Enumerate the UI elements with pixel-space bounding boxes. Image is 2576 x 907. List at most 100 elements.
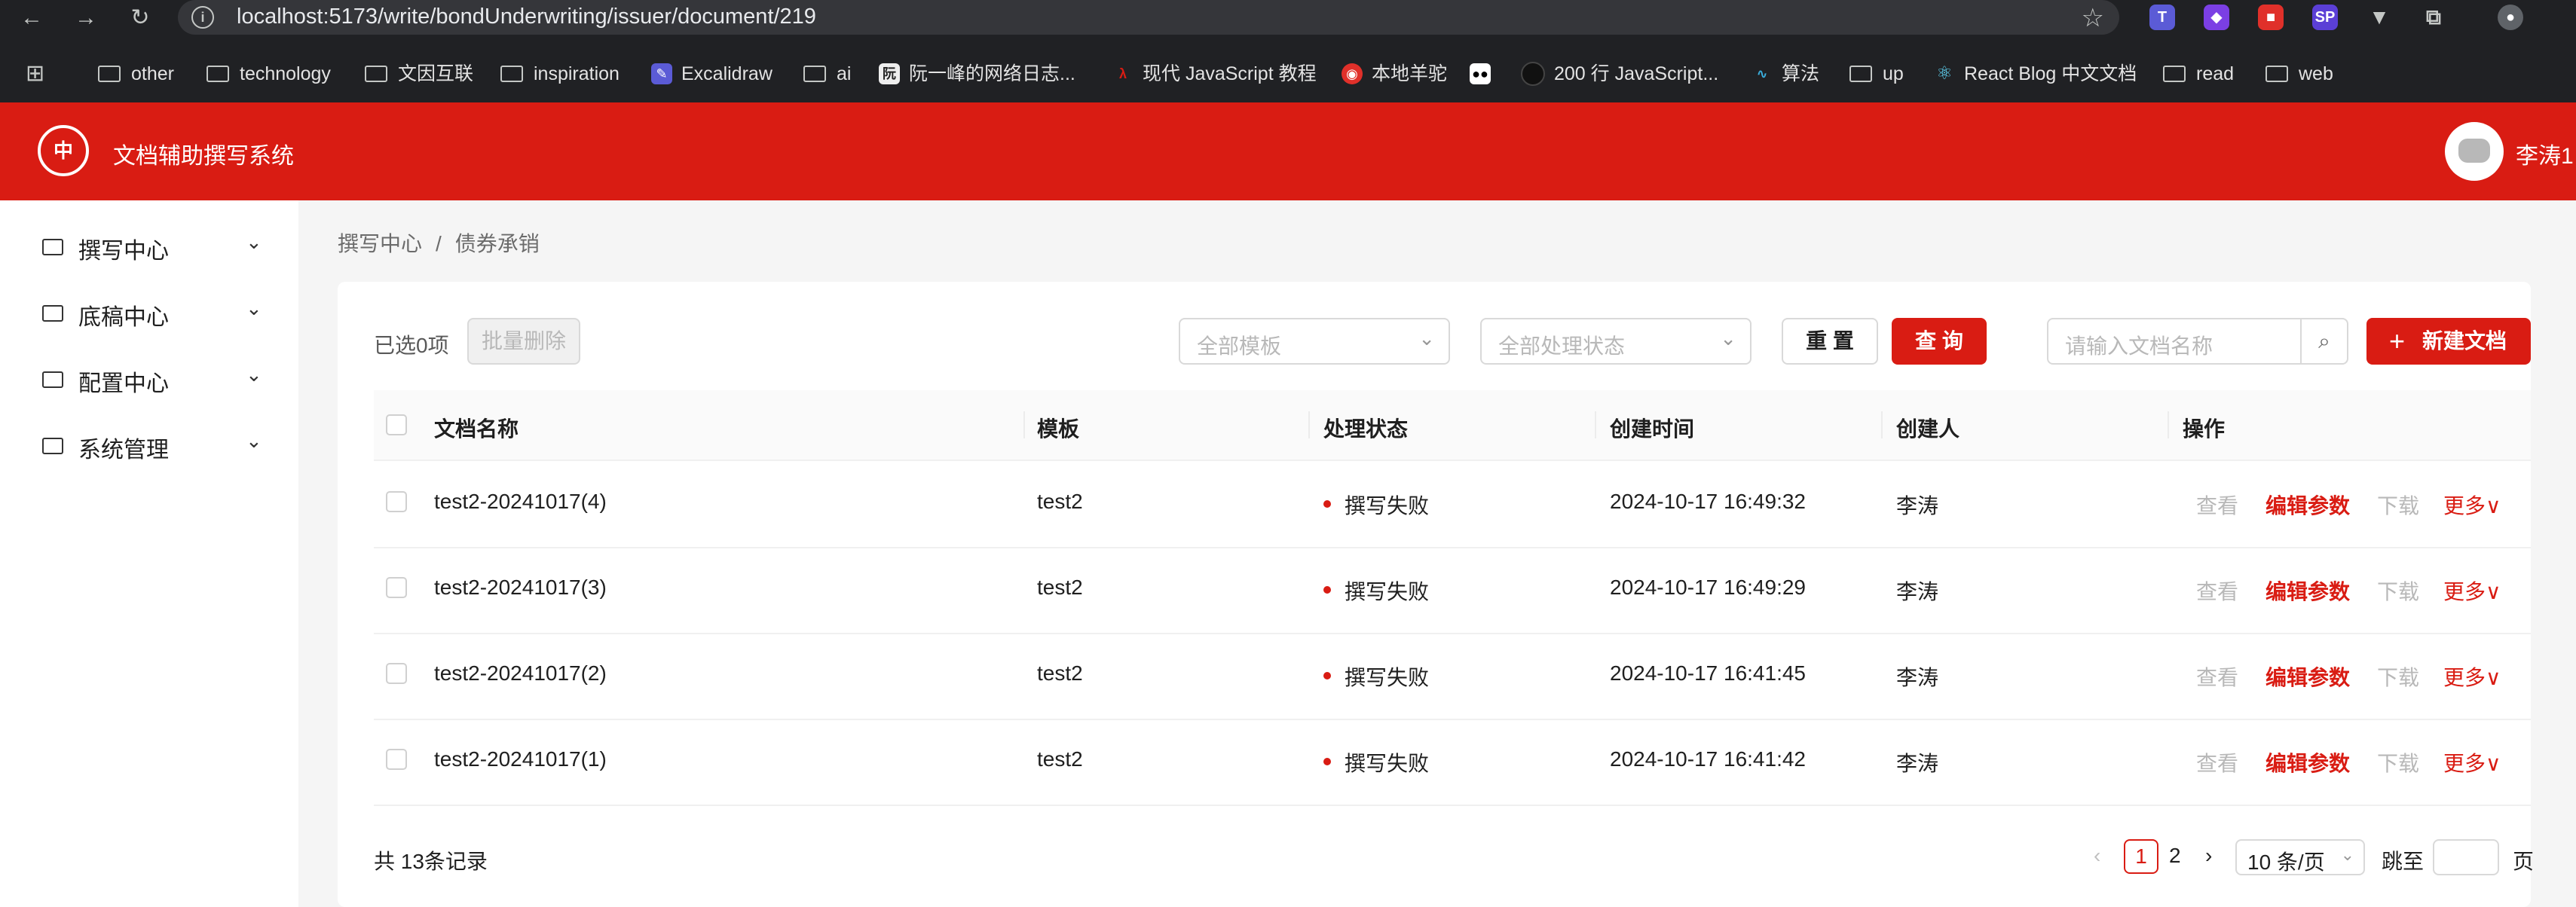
view-link[interactable]: 查看 bbox=[2196, 661, 2238, 692]
site-info-icon[interactable]: i bbox=[191, 6, 214, 29]
document-name[interactable]: test2-20241017(1) bbox=[434, 747, 607, 771]
bookmark-link[interactable]: 阮阮一峰的网络日志... bbox=[879, 59, 1075, 89]
edit-params-link[interactable]: 编辑参数 bbox=[2265, 576, 2350, 606]
more-dropdown[interactable]: 更多∨ bbox=[2443, 747, 2501, 777]
status-cell: 撰写失败 bbox=[1345, 580, 1430, 603]
folder-icon bbox=[500, 66, 523, 82]
reload-icon[interactable]: ↻ bbox=[125, 3, 155, 33]
chevron-down-icon: ⌄ bbox=[246, 363, 262, 386]
jump-label: 跳至 bbox=[2382, 850, 2425, 873]
url-text[interactable]: localhost:5173/write/bondUnderwriting/is… bbox=[237, 5, 816, 29]
bookmark-link[interactable]: ∿ 算法 bbox=[1751, 59, 1819, 89]
view-link[interactable]: 查看 bbox=[2196, 747, 2238, 777]
extension-icon-2[interactable]: ◆ bbox=[2204, 5, 2229, 30]
bookmark-link[interactable]: ◉ 本地羊驼 bbox=[1342, 59, 1447, 89]
creator-cell: 李涛 bbox=[1896, 666, 1939, 689]
bookmark-folder[interactable]: 文因互联 bbox=[365, 59, 473, 89]
apps-grid-icon[interactable]: ⊞ bbox=[26, 59, 44, 89]
select-all-checkbox[interactable] bbox=[386, 414, 407, 435]
document-name[interactable]: test2-20241017(4) bbox=[434, 490, 607, 514]
bookmark-link[interactable]: ✎ Excalidraw bbox=[651, 59, 772, 89]
folder-icon bbox=[42, 239, 63, 255]
extension-icon-5[interactable]: ▼ bbox=[2366, 5, 2392, 30]
medium-icon: ●● bbox=[1470, 63, 1491, 84]
edit-params-link[interactable]: 编辑参数 bbox=[2265, 747, 2350, 777]
extension-icon-4[interactable]: SP bbox=[2312, 5, 2338, 30]
column-header: 处理状态 bbox=[1323, 417, 1409, 441]
extension-icon-1[interactable]: T bbox=[2149, 5, 2175, 30]
document-name[interactable]: test2-20241017(2) bbox=[434, 661, 607, 686]
bookmark-link[interactable]: 200 行 JavaScript... bbox=[1521, 59, 1718, 89]
breadcrumb-item[interactable]: 撰写中心 bbox=[338, 232, 422, 255]
download-link[interactable]: 下载 bbox=[2377, 661, 2419, 692]
bookmark-folder[interactable]: other bbox=[98, 59, 174, 89]
back-icon[interactable]: ← bbox=[17, 3, 47, 33]
batch-delete-button[interactable]: 批量删除 bbox=[467, 318, 580, 365]
reset-button[interactable]: 重 置 bbox=[1782, 318, 1878, 365]
bookmark-link[interactable]: ⚛ React Blog 中文文档 bbox=[1934, 59, 2137, 89]
bookmark-link[interactable]: λ 现代 JavaScript 教程 bbox=[1112, 59, 1317, 89]
folder-icon bbox=[42, 305, 63, 322]
react-icon: ⚛ bbox=[1936, 63, 1953, 84]
bookmarks-bar: ⊞ other technology 文因互联 inspiration ✎ Exc… bbox=[0, 45, 2576, 102]
search-input[interactable]: 请输入文档名称 bbox=[2047, 318, 2302, 365]
download-link[interactable]: 下载 bbox=[2377, 490, 2419, 520]
column-divider bbox=[1881, 411, 1883, 438]
view-link[interactable]: 查看 bbox=[2196, 576, 2238, 606]
document-name[interactable]: test2-20241017(3) bbox=[434, 576, 607, 600]
sidebar-item-system-admin[interactable]: 系统管理 ⌄ bbox=[0, 411, 298, 478]
sidebar-item-config-center[interactable]: 配置中心 ⌄ bbox=[0, 345, 298, 411]
bookmark-folder[interactable]: technology bbox=[207, 59, 331, 89]
jump-page-input[interactable] bbox=[2433, 839, 2499, 875]
row-checkbox[interactable] bbox=[386, 749, 407, 770]
sidebar-item-label: 撰写中心 bbox=[78, 239, 169, 264]
chevron-down-icon: ∨ bbox=[2486, 666, 2501, 689]
table-row: test2-20241017(1) test2 撰写失败 2024-10-17 … bbox=[374, 719, 2531, 806]
extensions-puzzle-icon[interactable]: ⧉ bbox=[2421, 5, 2446, 30]
bookmark-link[interactable]: ●● bbox=[1470, 59, 1500, 89]
view-link[interactable]: 查看 bbox=[2196, 490, 2238, 520]
bookmark-folder[interactable]: ai bbox=[803, 59, 851, 89]
next-page-icon[interactable]: › bbox=[2205, 844, 2212, 868]
extension-icon-3[interactable]: ■ bbox=[2258, 5, 2284, 30]
bookmark-folder[interactable]: read bbox=[2163, 59, 2234, 89]
download-link[interactable]: 下载 bbox=[2377, 576, 2419, 606]
more-dropdown[interactable]: 更多∨ bbox=[2443, 576, 2501, 606]
address-bar[interactable]: i localhost:5173/write/bondUnderwriting/… bbox=[178, 0, 2119, 35]
prev-page-icon[interactable]: ‹ bbox=[2094, 844, 2100, 868]
page-1-button[interactable]: 1 bbox=[2124, 839, 2158, 874]
username[interactable]: 李涛1 bbox=[2516, 137, 2574, 170]
row-checkbox[interactable] bbox=[386, 577, 407, 598]
bookmark-folder[interactable]: web bbox=[2265, 59, 2333, 89]
column-header: 创建时间 bbox=[1610, 417, 1695, 441]
profile-icon[interactable]: ● bbox=[2498, 5, 2523, 30]
bookmark-folder[interactable]: inspiration bbox=[500, 59, 620, 89]
bookmark-star-icon[interactable]: ☆ bbox=[2082, 3, 2104, 33]
status-select[interactable]: 全部处理状态 ⌄ bbox=[1480, 318, 1751, 365]
chevron-down-icon: ⌄ bbox=[246, 297, 262, 319]
edit-params-link[interactable]: 编辑参数 bbox=[2265, 490, 2350, 520]
llama-icon: ◉ bbox=[1342, 63, 1363, 84]
sidebar: 撰写中心 ⌄ 底稿中心 ⌄ 配置中心 ⌄ 系统管理 ⌄ bbox=[0, 200, 298, 907]
download-link[interactable]: 下载 bbox=[2377, 747, 2419, 777]
more-dropdown[interactable]: 更多∨ bbox=[2443, 490, 2501, 520]
query-button[interactable]: 查 询 bbox=[1892, 318, 1987, 365]
sidebar-item-draft-center[interactable]: 底稿中心 ⌄ bbox=[0, 279, 298, 345]
search-icon[interactable]: ⌕ bbox=[2300, 318, 2348, 365]
avatar[interactable] bbox=[2445, 122, 2504, 181]
more-dropdown[interactable]: 更多∨ bbox=[2443, 661, 2501, 692]
page-2-button[interactable]: 2 bbox=[2169, 844, 2181, 868]
chevron-down-icon: ⌄ bbox=[246, 231, 262, 253]
edit-params-link[interactable]: 编辑参数 bbox=[2265, 661, 2350, 692]
row-checkbox[interactable] bbox=[386, 491, 407, 512]
column-header: 操作 bbox=[2183, 417, 2226, 441]
sidebar-item-writing-center[interactable]: 撰写中心 ⌄ bbox=[0, 212, 298, 279]
browser-chrome: ← → ↻ i localhost:5173/write/bondUnderwr… bbox=[0, 0, 2576, 102]
new-document-button[interactable]: + 新建文档 bbox=[2366, 318, 2531, 365]
row-checkbox[interactable] bbox=[386, 663, 407, 684]
forward-icon[interactable]: → bbox=[71, 3, 101, 33]
page-size-select[interactable]: 10 条/页 ⌄ bbox=[2235, 839, 2365, 875]
bookmark-folder[interactable]: up bbox=[1849, 59, 1904, 89]
avatar-face-icon bbox=[2458, 139, 2490, 163]
template-select[interactable]: 全部模板 ⌄ bbox=[1179, 318, 1450, 365]
